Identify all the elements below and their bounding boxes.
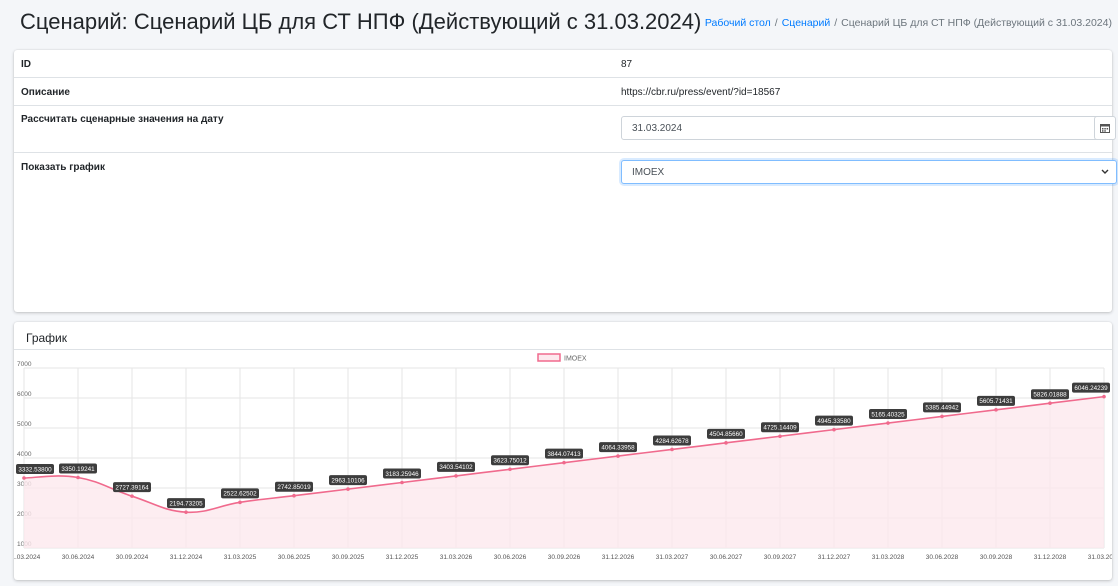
x-tick-label: 30.09.2025 bbox=[332, 554, 365, 561]
data-label: 4945.33580 bbox=[817, 418, 851, 425]
data-point bbox=[22, 476, 26, 480]
chart-select-row: Показать график IMOEX bbox=[14, 153, 1117, 312]
x-tick-label: 30.06.2024 bbox=[62, 554, 95, 561]
date-input[interactable]: 31.03.2024 bbox=[621, 116, 1104, 140]
data-label: 5826.01888 bbox=[1033, 392, 1067, 399]
x-tick-label: 31.12.2025 bbox=[386, 554, 419, 561]
id-value: 87 bbox=[621, 59, 633, 70]
x-tick-label: 30.06.2027 bbox=[710, 554, 743, 561]
data-point bbox=[670, 447, 674, 452]
x-tick-label: 31.12.2027 bbox=[818, 554, 851, 561]
date-label: Рассчитать сценарные значения на дату bbox=[21, 114, 224, 125]
date-row: Рассчитать сценарные значения на дату 31… bbox=[14, 106, 1116, 153]
data-point bbox=[778, 434, 782, 439]
data-label: 2727.39164 bbox=[115, 484, 149, 491]
calendar-button[interactable] bbox=[1094, 116, 1116, 140]
breadcrumb-dashboard-link[interactable]: Рабочий стол bbox=[705, 17, 771, 29]
data-label: 2522.62502 bbox=[223, 491, 257, 498]
x-tick-label: 30.06.2026 bbox=[494, 554, 527, 561]
legend-swatch bbox=[537, 353, 561, 362]
x-tick-label: 31.03.2028 bbox=[872, 554, 905, 561]
data-point bbox=[454, 474, 458, 478]
data-label: 4504.85660 bbox=[709, 431, 743, 438]
data-point bbox=[1102, 394, 1106, 399]
data-point bbox=[940, 414, 944, 419]
chart-series-select-value: IMOEX bbox=[632, 167, 665, 178]
data-label: 3623.75012 bbox=[493, 458, 527, 465]
data-point bbox=[292, 493, 296, 498]
chart-series-select[interactable]: IMOEX bbox=[621, 160, 1117, 184]
chart-card: График 100020003000400050006000700031.03… bbox=[14, 322, 1112, 580]
data-label: 5605.71431 bbox=[979, 398, 1013, 405]
chevron-down-icon bbox=[1101, 169, 1109, 174]
description-label: Описание bbox=[21, 87, 70, 98]
data-point bbox=[724, 441, 728, 445]
x-tick-label: 31.12.2024 bbox=[170, 554, 203, 561]
x-tick-label: 30.09.2024 bbox=[116, 554, 149, 561]
data-label: 5165.40325 bbox=[871, 411, 905, 418]
chart-select-label: Показать график bbox=[21, 162, 105, 173]
breadcrumb-separator: / bbox=[834, 17, 838, 29]
data-label: 3332.53800 bbox=[18, 466, 52, 473]
data-label: 2963.10106 bbox=[331, 477, 365, 484]
x-tick-label: 31.12.2026 bbox=[602, 554, 635, 561]
data-label: 3844.07413 bbox=[547, 451, 581, 458]
data-label: 5385.44942 bbox=[925, 405, 959, 412]
breadcrumb-scenario-link[interactable]: Сценарий bbox=[782, 17, 831, 29]
legend-label: IMOEX bbox=[564, 356, 587, 363]
data-point bbox=[238, 500, 242, 505]
id-label: ID bbox=[21, 59, 31, 70]
data-point bbox=[184, 510, 188, 514]
description-value: https://cbr.ru/press/event/?id=18567 bbox=[621, 87, 781, 98]
data-point bbox=[832, 427, 836, 432]
x-tick-label: 30.09.2026 bbox=[548, 554, 581, 561]
data-point bbox=[886, 421, 890, 425]
data-label: 3350.19241 bbox=[61, 466, 95, 473]
x-tick-label: 31.12.2028 bbox=[1034, 554, 1067, 561]
imoex-line-chart: 100020003000400050006000700031.03.202430… bbox=[14, 353, 1112, 561]
data-label: 6046.24239 bbox=[1074, 385, 1108, 392]
calendar-icon bbox=[1100, 124, 1110, 133]
x-tick-label: 31.03.2029 bbox=[1088, 554, 1112, 561]
breadcrumb-separator: / bbox=[774, 17, 778, 29]
chart-card-title: График bbox=[26, 331, 67, 345]
page-title: Сценарий: Сценарий ЦБ для СТ НПФ (Действ… bbox=[20, 9, 702, 34]
x-tick-label: 30.06.2025 bbox=[278, 554, 311, 561]
data-point bbox=[76, 475, 80, 480]
x-tick-label: 30.09.2027 bbox=[764, 554, 797, 561]
data-label: 2742.85019 bbox=[277, 484, 311, 491]
x-tick-label: 31.03.2026 bbox=[440, 554, 473, 561]
x-tick-label: 31.03.2025 bbox=[224, 554, 257, 561]
description-row: Описание https://cbr.ru/press/event/?id=… bbox=[14, 78, 1112, 106]
x-tick-label: 31.03.2027 bbox=[656, 554, 689, 561]
breadcrumb-current: Сценарий ЦБ для СТ НПФ (Действующий с 31… bbox=[841, 17, 1112, 29]
data-point bbox=[994, 408, 998, 412]
data-label: 3183.25946 bbox=[385, 471, 419, 478]
x-tick-label: 31.03.2024 bbox=[14, 554, 41, 561]
y-tick-label: 7000 bbox=[17, 361, 32, 368]
x-tick-label: 30.06.2028 bbox=[926, 554, 959, 561]
id-row: ID 87 bbox=[14, 50, 1112, 78]
x-tick-label: 30.09.2028 bbox=[980, 554, 1013, 561]
data-point bbox=[562, 460, 566, 465]
data-point bbox=[346, 487, 350, 491]
data-label: 4725.14409 bbox=[763, 425, 797, 432]
data-point bbox=[508, 467, 512, 472]
scenario-info-card: ID 87 Описание https://cbr.ru/press/even… bbox=[14, 50, 1117, 312]
data-point bbox=[400, 480, 404, 485]
data-label: 4064.33958 bbox=[601, 444, 635, 451]
data-label: 3403.54102 bbox=[439, 464, 473, 471]
data-label: 2194.73205 bbox=[169, 500, 203, 507]
breadcrumb: Рабочий стол / Сценарий / Сценарий ЦБ для СТ… bbox=[705, 17, 1112, 29]
data-point bbox=[130, 494, 134, 498]
page-header: Сценарий: Сценарий ЦБ для СТ НПФ (Действ… bbox=[0, 0, 1118, 46]
data-label: 4284.62678 bbox=[655, 438, 689, 445]
data-point bbox=[616, 454, 620, 458]
data-point bbox=[1048, 401, 1052, 406]
